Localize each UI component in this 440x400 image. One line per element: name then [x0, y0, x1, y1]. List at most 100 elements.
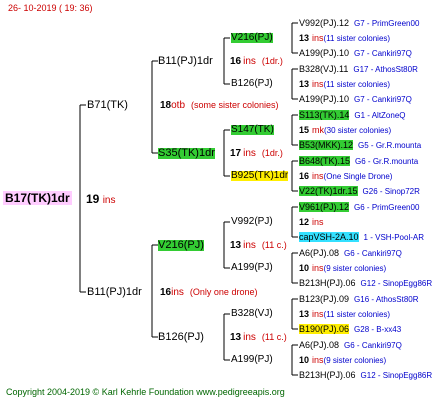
g2-word: ins [243, 56, 256, 67]
g3-name: B126(PJ) [231, 78, 273, 89]
g4-word: ins [312, 309, 324, 319]
g3-name: B925(TK)1dr [231, 170, 289, 181]
g4-bot-name: B53(MKK).12 [299, 140, 354, 150]
g2-score: 16 ins (1dr.) [230, 57, 283, 67]
root-node: B17(TK)1dr [3, 191, 72, 205]
g4-word: ins [312, 33, 324, 43]
g4-top-name: B328(VJ).11 [299, 64, 349, 74]
g4-bot-name: B213H(PJ).06 [299, 278, 356, 288]
g4-bot-info: G12 - SinopEgg86R [360, 279, 433, 288]
g4-num: 13 [299, 33, 310, 43]
g4-num: 13 [299, 79, 310, 89]
g2-word: ins [243, 332, 256, 343]
g3-name: B328(VJ) [231, 308, 273, 319]
g4-num: 16 [299, 171, 310, 181]
copyright: Copyright 2004-2019 © Karl Kehrle Founda… [6, 387, 285, 397]
g2-num: 16 [230, 56, 242, 67]
g4-top-name: V961(PJ).12 [299, 202, 350, 212]
g1-name: B71(TK) [87, 99, 128, 111]
g2-note: (11 c.) [261, 332, 287, 342]
g4-top: V961(PJ).12 G6 - PrimGreen00 [299, 202, 420, 212]
g2-word: ins [243, 240, 256, 251]
g4-top: V992(PJ).12 G7 - PrimGreen00 [299, 19, 419, 28]
g4-top-info: G1 - AltZoneQ [354, 111, 406, 120]
g4-score: 13 ins(11 sister colonies) [299, 34, 390, 43]
g2-name: V216(PJ) [158, 239, 204, 251]
g1-num: 16 [160, 287, 172, 298]
g2-name: B126(PJ) [158, 331, 204, 343]
g2-note: (1dr.) [261, 148, 283, 158]
g1-num: 18 [160, 100, 172, 111]
g4-top-name: B648(TK).15 [299, 156, 351, 166]
g2-num: 13 [230, 332, 242, 343]
g4-score: 10 ins(9 sister colonies) [299, 356, 386, 365]
g4-bot-name: A199(PJ).10 [299, 94, 350, 104]
g4-bot: B213H(PJ).06 G12 - SinopEgg86R [299, 279, 432, 288]
g2-word: ins [243, 148, 256, 159]
g4-top: A6(PJ).08 G6 - Cankiri97Q [299, 341, 402, 350]
g4-top-info: G6 - PrimGreen00 [354, 203, 420, 212]
g4-note: (9 sister colonies) [323, 356, 387, 365]
g4-score: 13 ins(11 sister colonies) [299, 80, 390, 89]
g1-note: (some sister colonies) [191, 100, 279, 110]
g4-note: (30 sister colonies) [324, 126, 392, 135]
g4-num: 12 [299, 217, 310, 227]
g3-name: V216(PJ) [231, 32, 273, 43]
g4-note: (One Single Drone) [323, 172, 393, 181]
g4-top-info: G6 - Cankiri97Q [344, 341, 402, 350]
g4-top-name: V992(PJ).12 [299, 18, 350, 28]
g4-bot-info: G7 - Cankiri97Q [354, 49, 412, 58]
pedigree-canvas: 26- 10-2019 ( 19: 36) B17(TK)1dr 19 ins … [0, 0, 440, 400]
g4-bot-name: capVSH-2A.10 [299, 232, 359, 242]
root-name: B17(TK)1dr [3, 191, 72, 205]
g4-bot: capVSH-2A.10 1 - VSH-Pool-AR [299, 232, 424, 242]
g2-note: (11 c.) [261, 240, 287, 250]
g3-name: A199(PJ) [231, 262, 273, 273]
g4-note: (11 sister colonies) [323, 310, 391, 319]
g2-score: 13 ins (11 c.) [230, 241, 287, 251]
g4-word: ins [312, 355, 324, 365]
g2-num: 13 [230, 240, 242, 251]
g4-bot: V22(TK)1dr.15 G26 - Sinop72R [299, 186, 420, 196]
g4-top-info: G17 - AthosSt80R [353, 65, 418, 74]
g4-num: 10 [299, 263, 310, 273]
g4-bot-info: G5 - Gr.R.mounta [358, 141, 422, 150]
g4-num: 13 [299, 309, 310, 319]
g4-top: A6(PJ).08 G6 - Cankiri97Q [299, 249, 402, 258]
root-score: 19 ins [86, 193, 116, 206]
g4-word: ins [312, 217, 324, 227]
g4-num: 10 [299, 355, 310, 365]
g3-name: A199(PJ) [231, 354, 273, 365]
g4-bot-name: B213H(PJ).06 [299, 370, 356, 380]
g2-name: B11(PJ)1dr [158, 55, 213, 67]
g4-bot-name: B190(PJ).06 [299, 324, 350, 334]
g2-score: 13 ins (11 c.) [230, 333, 287, 343]
g2-score: 17 ins (1dr.) [230, 149, 283, 159]
g4-bot-info: G26 - Sinop72R [362, 187, 420, 196]
g4-bot-info: G7 - Cankiri97Q [354, 95, 412, 104]
g4-bot: B53(MKK).12 G5 - Gr.R.mounta [299, 140, 422, 150]
g4-bot: A199(PJ).10 G7 - Cankiri97Q [299, 95, 412, 104]
g1-score: 16ins (Only one drone) [160, 288, 257, 298]
g4-bot: B190(PJ).06 G28 - B-xx43 [299, 324, 402, 334]
g1-word: ins [171, 287, 184, 298]
g4-note: (11 sister colonies) [323, 34, 391, 43]
g4-bot-info: G28 - B-xx43 [354, 325, 402, 334]
g4-score: 10 ins(9 sister colonies) [299, 264, 386, 273]
g1-word: otb [171, 100, 186, 111]
g4-top-info: G6 - Gr.R.mounta [355, 157, 419, 166]
g4-bot-info: G12 - SinopEgg86R [360, 371, 433, 380]
g4-note: (9 sister colonies) [323, 264, 387, 273]
g1-score: 18otb (some sister colonies) [160, 101, 279, 111]
g4-word: ins [312, 79, 324, 89]
g4-top-info: G7 - PrimGreen00 [354, 19, 420, 28]
g4-top: B648(TK).15 G6 - Gr.R.mounta [299, 156, 419, 166]
g4-num: 15 [299, 125, 310, 135]
root-num: 19 [86, 192, 100, 206]
g4-word: ins [312, 171, 324, 181]
g4-top-name: A6(PJ).08 [299, 340, 340, 350]
g4-top-info: G16 - AthosSt80R [354, 295, 419, 304]
g2-num: 17 [230, 148, 242, 159]
g2-note: (1dr.) [261, 56, 283, 66]
g4-top-name: B123(PJ).09 [299, 294, 350, 304]
